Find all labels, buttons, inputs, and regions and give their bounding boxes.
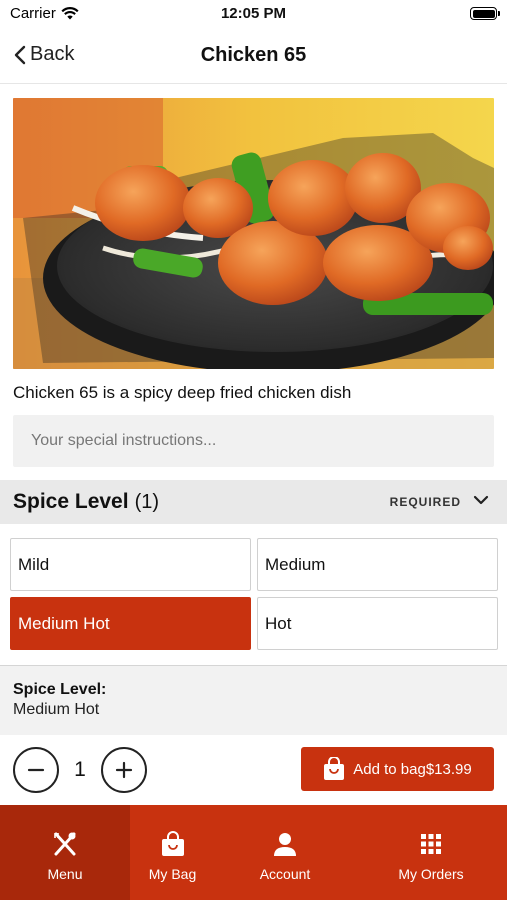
tab-bar: Menu My Bag Account My Orders [0,805,507,900]
tab-menu[interactable]: Menu [0,805,130,900]
minus-icon [27,768,45,772]
status-bar: Carrier 12:05 PM [0,0,507,28]
chevron-down-icon[interactable] [473,491,489,511]
page-title: Chicken 65 [200,44,307,66]
spice-level-header[interactable]: Spice Level (1) REQUIRED [0,480,507,524]
person-icon [274,833,296,856]
decrease-quantity-button[interactable] [13,747,59,793]
shopping-bag-icon [161,831,184,856]
spice-option-hot[interactable]: Hot [257,597,498,650]
spice-option-medium[interactable]: Medium [257,538,498,591]
status-time: 12:05 PM [220,5,287,22]
option-label: Hot [265,613,292,633]
dish-photo [13,98,494,369]
summary-label: Spice Level: [13,681,107,698]
tab-my-orders[interactable]: My Orders [355,805,507,900]
plus-icon [115,761,133,779]
selection-summary: Spice Level: Medium Hot [0,665,507,735]
required-label: REQUIRED [389,495,461,509]
special-instructions-input[interactable] [13,415,494,467]
option-label: Medium [265,554,326,574]
tab-label: My Orders [398,866,464,882]
price-text: $13.99 [425,760,472,778]
add-to-bag-button[interactable]: Add to bag$13.99 [301,747,494,791]
spice-option-medium-hot[interactable]: Medium Hot [10,597,251,650]
quantity-value: 1 [74,758,86,781]
tab-account[interactable]: Account [215,805,355,900]
summary-value: Medium Hot [13,701,100,718]
tab-label: Menu [47,866,83,882]
increase-quantity-button[interactable] [101,747,147,793]
tab-my-bag[interactable]: My Bag [130,805,215,900]
order-action-bar: 1 Add to bag$13.99 [0,735,507,805]
fork-knife-icon [54,832,76,856]
add-label-text: Add to bag [353,760,426,778]
dish-description: Chicken 65 is a spicy deep fried chicken… [13,383,352,402]
tab-label: My Bag [148,866,197,882]
option-label: Mild [18,554,50,574]
spice-level-count: (1) [134,490,160,513]
grid-icon [421,834,441,854]
option-label: Medium Hot [18,613,110,633]
tab-label: Account [259,866,311,882]
add-to-bag-label: Add to bag$13.99 [353,761,471,778]
spice-option-mild[interactable]: Mild [10,538,251,591]
battery-icon [470,7,500,20]
spice-level-title: Spice Level [13,490,129,513]
spice-options: Mild Medium Medium Hot Hot [10,538,498,650]
shopping-bag-icon [324,757,345,780]
navigation-bar: Back Chicken 65 [0,28,507,84]
